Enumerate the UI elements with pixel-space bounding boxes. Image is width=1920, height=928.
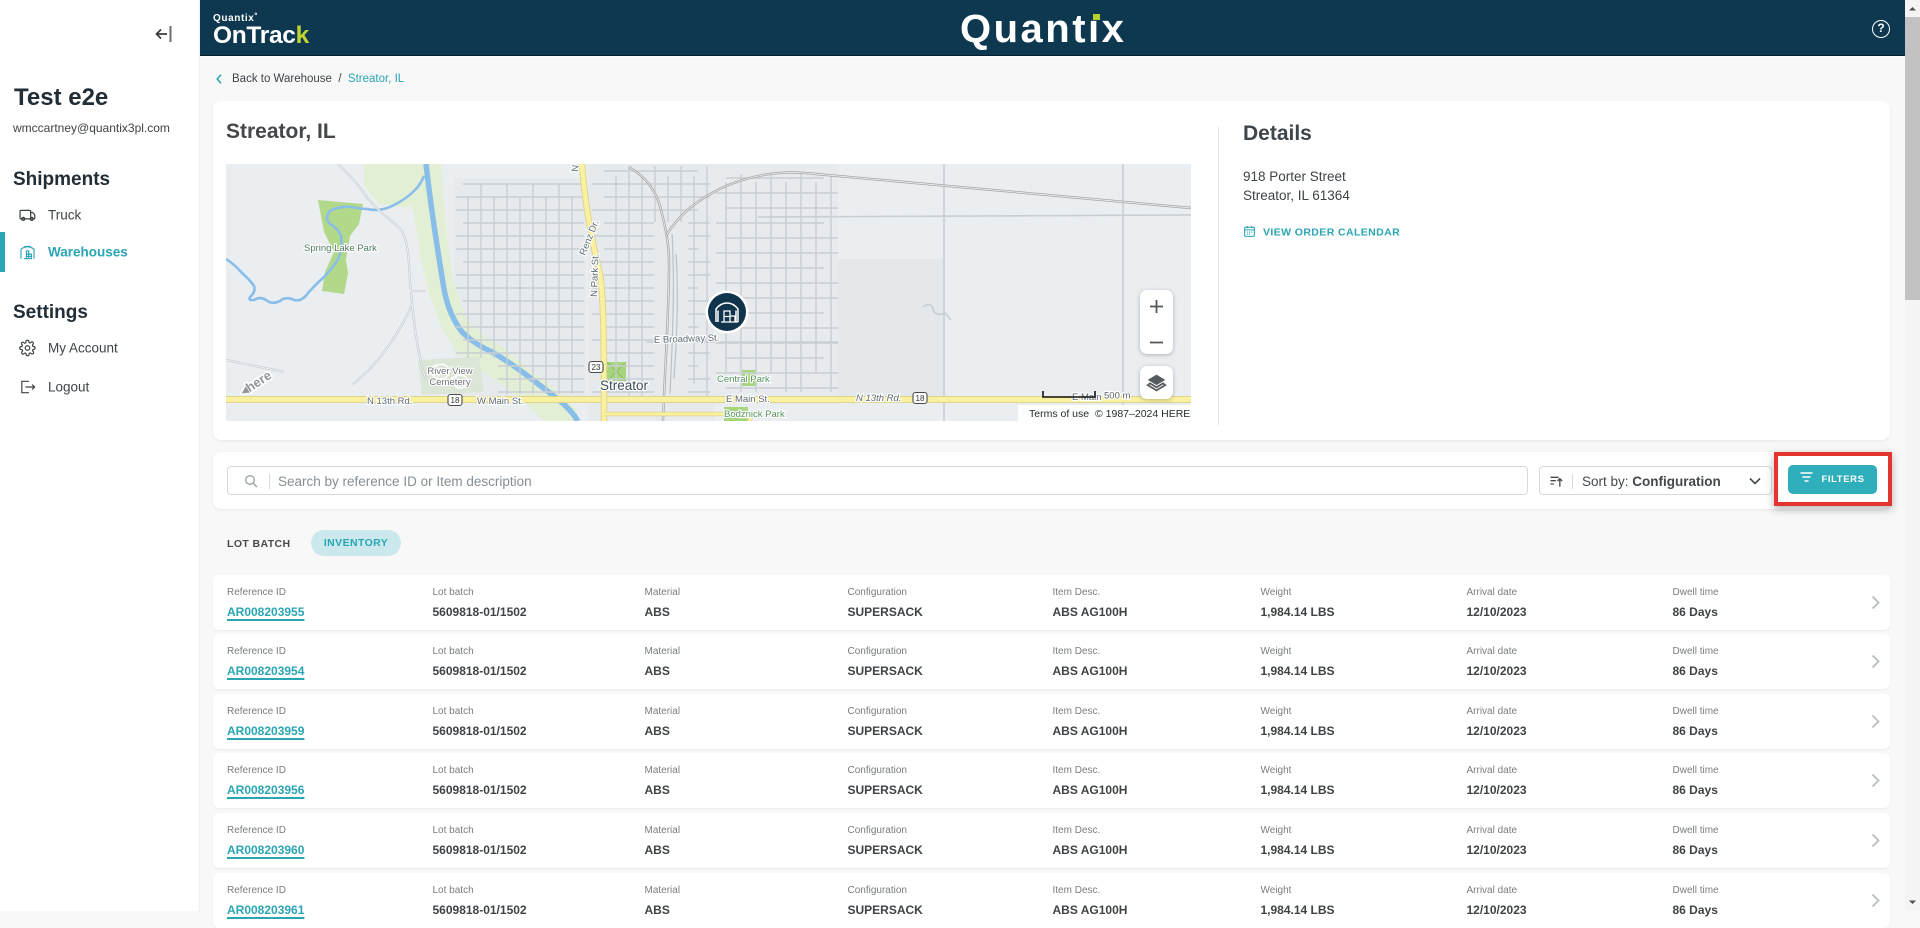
svg-text:Cemetery: Cemetery (429, 377, 470, 388)
svg-text:W Main St.: W Main St. (477, 396, 523, 407)
svg-text:N Park St.: N Park St. (589, 253, 602, 297)
svg-text:Terms of use: Terms of use (1029, 408, 1089, 420)
svg-text:18: 18 (451, 396, 460, 405)
svg-text:N 13th Rd.: N 13th Rd. (367, 396, 412, 407)
svg-text:River View: River View (427, 366, 472, 377)
svg-text:E Main St.: E Main St. (726, 394, 770, 405)
svg-text:Spring Lake Park: Spring Lake Park (304, 243, 377, 254)
svg-text:Streator: Streator (600, 378, 649, 393)
svg-text:18: 18 (916, 394, 925, 403)
svg-text:23: 23 (592, 363, 601, 372)
svg-text:Central Park: Central Park (717, 374, 770, 385)
svg-text:N 13th Rd.: N 13th Rd. (856, 393, 901, 404)
svg-text:500 m: 500 m (1104, 391, 1130, 402)
svg-text:Bodznick Park: Bodznick Park (724, 409, 785, 420)
svg-text:N: N (570, 164, 582, 172)
svg-text:E Broadway St.: E Broadway St. (654, 333, 720, 346)
svg-text:© 1987–2024 HERE: © 1987–2024 HERE (1095, 408, 1190, 420)
